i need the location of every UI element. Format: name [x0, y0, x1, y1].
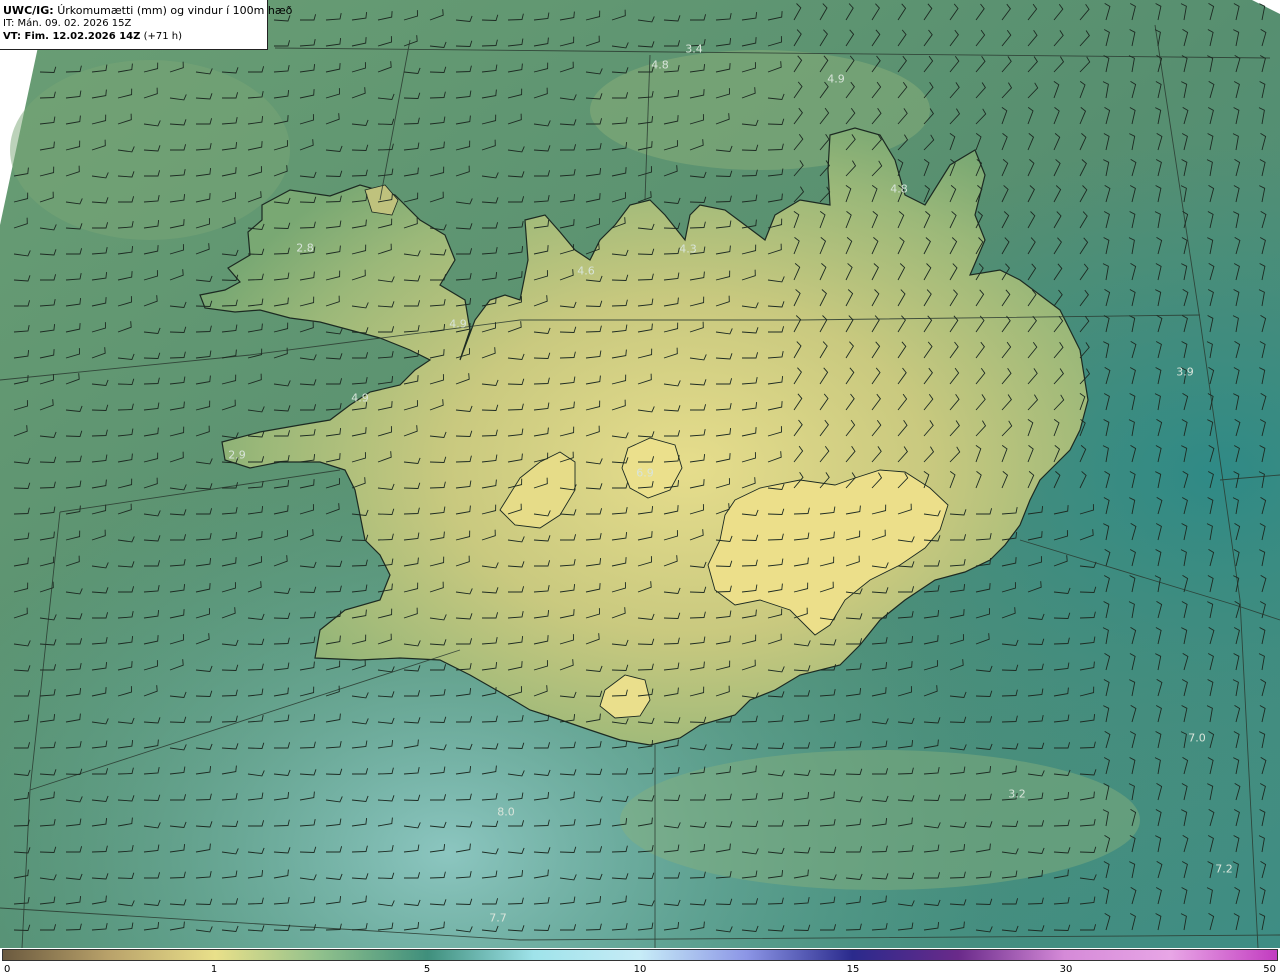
value-label: 4.6 — [577, 264, 595, 278]
value-label: 4.9 — [449, 317, 467, 331]
value-label: 2.9 — [228, 448, 246, 462]
colorbar-tick-1: 1 — [210, 964, 218, 975]
weather-map: 3.4 4.8 4.9 4.8 2.8 4.6 4.3 4.9 3.9 4.9 … — [0, 0, 1280, 948]
value-label: 3.4 — [685, 42, 703, 56]
colorbar-tick-10: 10 — [633, 964, 647, 975]
value-label: 4.8 — [890, 182, 908, 196]
colorbar-tick-15: 15 — [846, 964, 860, 975]
value-label: 8.0 — [497, 805, 515, 819]
value-label: 3.9 — [1176, 365, 1194, 379]
lead-time: (+71 h) — [143, 31, 182, 42]
colorbar-legend: 0 1 5 10 15 30 50 — [0, 948, 1280, 978]
value-label: 6.9 — [636, 466, 654, 480]
value-label: 7.0 — [1188, 731, 1206, 745]
value-label: 7.7 — [489, 911, 507, 925]
value-label: 3.2 — [1008, 787, 1026, 801]
value-label: 4.9 — [827, 72, 845, 86]
valid-time: VT: Fim. 12.02.2026 14Z — [3, 31, 141, 42]
init-time: IT: Mán. 09. 02. 2026 15Z — [3, 18, 132, 29]
value-label: 4.3 — [679, 242, 697, 256]
map-info-box: UWC/IG: Úrkomumætti (mm) og vindur í 100… — [0, 0, 292, 50]
colorbar-tick-5: 5 — [423, 964, 431, 975]
value-label: 7.2 — [1215, 862, 1233, 876]
value-label: 4.9 — [351, 391, 369, 405]
colorbar — [2, 949, 1278, 961]
value-label: 2.8 — [296, 241, 314, 255]
valid-time-line: VT: Fim. 12.02.2026 14Z (+71 h) — [3, 30, 267, 43]
southeast-sea-patch — [620, 750, 1140, 890]
colorbar-tick-50: 50 — [1263, 964, 1276, 975]
colorbar-tick-30: 30 — [1059, 964, 1073, 975]
map-title: Úrkomumætti (mm) og vindur í 100m hæð — [57, 4, 293, 17]
model-label: UWC/IG: — [3, 4, 54, 17]
colorbar-tick-0: 0 — [4, 964, 11, 975]
value-label: 4.8 — [651, 58, 669, 72]
map-title-line: UWC/IG: Úrkomumætti (mm) og vindur í 100… — [3, 4, 292, 17]
